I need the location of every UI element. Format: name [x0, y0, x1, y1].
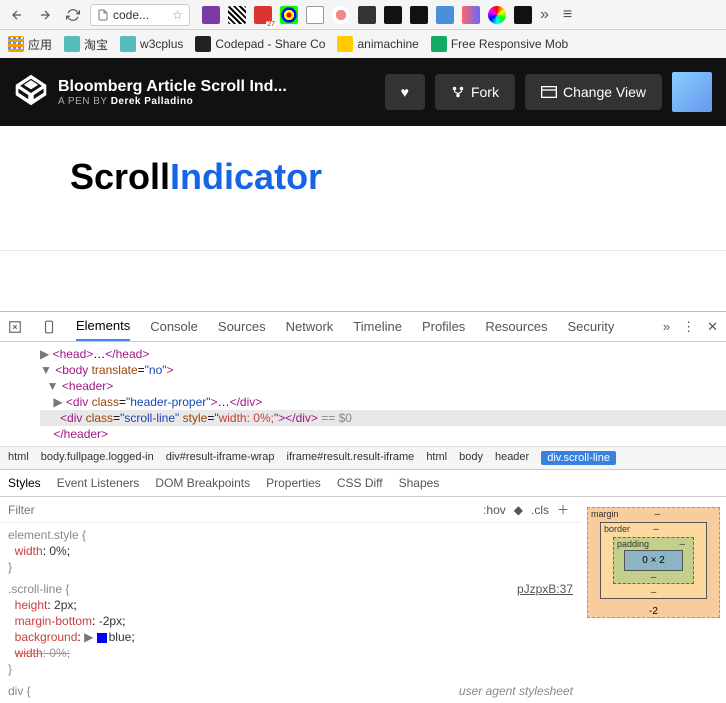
inspect-icon[interactable] — [8, 320, 22, 334]
filter-input[interactable] — [8, 503, 479, 517]
crumb[interactable]: html — [426, 451, 447, 465]
menu-icon[interactable]: ≡ — [563, 6, 572, 24]
styles-tabs: Styles Event Listeners DOM Breakpoints P… — [0, 470, 726, 497]
devtools-menu-icon[interactable]: ⋮ — [682, 319, 695, 335]
ext-icon[interactable] — [462, 6, 480, 24]
ext-icon[interactable] — [514, 6, 532, 24]
bookmark-w3cplus[interactable]: w3cplus — [120, 36, 183, 52]
devtools-tabs: Elements Console Sources Network Timelin… — [0, 312, 726, 342]
tab-sources[interactable]: Sources — [218, 313, 266, 340]
bookmarks-bar: 应用 淘宝 w3cplus Codepad - Share Co animach… — [0, 30, 726, 58]
page-heading: ScrollIndicator — [70, 156, 656, 198]
bookmark-codepad[interactable]: Codepad - Share Co — [195, 36, 325, 52]
ext-icon[interactable] — [410, 6, 428, 24]
crumb[interactable]: body.fullpage.logged-in — [41, 451, 154, 465]
user-avatar[interactable] — [672, 72, 712, 112]
apps-icon — [8, 36, 24, 52]
tab-shapes[interactable]: Shapes — [399, 476, 440, 490]
tab-listeners[interactable]: Event Listeners — [57, 476, 140, 490]
styles-body: :hov ◆ .cls ＋ element.style { width: 0%;… — [0, 497, 726, 703]
site-icon — [337, 36, 353, 52]
ext-icon[interactable] — [202, 6, 220, 24]
crumb[interactable]: header — [495, 451, 529, 465]
pen-title: Bloomberg Article Scroll Ind... — [58, 78, 375, 96]
chevron-down-icon[interactable]: » — [540, 6, 549, 24]
ext-icon[interactable] — [384, 6, 402, 24]
page-icon — [97, 9, 109, 21]
tab-dom-breakpoints[interactable]: DOM Breakpoints — [155, 476, 250, 490]
tab-profiles[interactable]: Profiles — [422, 313, 465, 340]
cls-toggle[interactable]: .cls — [527, 503, 553, 517]
box-content: 0 × 2 — [624, 550, 683, 571]
codepen-header: Bloomberg Article Scroll Ind... A PEN BY… — [0, 58, 726, 126]
diamond-icon[interactable]: ◆ — [510, 503, 527, 517]
crumb[interactable]: iframe#result.result-iframe — [287, 451, 415, 465]
crumb[interactable]: div#result-iframe-wrap — [166, 451, 275, 465]
tab-timeline[interactable]: Timeline — [353, 313, 402, 340]
site-icon — [195, 36, 211, 52]
bookmark-free-responsive[interactable]: Free Responsive Mob — [431, 36, 568, 52]
breadcrumb: html body.fullpage.logged-in div#result-… — [0, 447, 726, 470]
extension-icons: » ≡ — [202, 6, 572, 24]
crumb[interactable]: html — [8, 451, 29, 465]
box-model: margin – border – padding– 0 × 2 – – -2 — [581, 497, 726, 703]
ua-label: user agent stylesheet — [459, 683, 573, 699]
star-icon[interactable]: ☆ — [172, 8, 183, 22]
ext-icon[interactable] — [228, 6, 246, 24]
pen-byline: A PEN BY Derek Palladino — [58, 96, 375, 107]
ext-icon[interactable] — [358, 6, 376, 24]
folder-icon — [64, 36, 80, 52]
add-rule-icon[interactable]: ＋ — [553, 501, 573, 518]
author-link[interactable]: Derek Palladino — [111, 96, 194, 107]
page-content: ScrollIndicator — [0, 126, 726, 251]
close-devtools-icon[interactable]: ✕ — [707, 319, 718, 335]
ext-icon[interactable] — [488, 6, 506, 24]
gmail-icon[interactable] — [254, 6, 272, 24]
site-icon — [431, 36, 447, 52]
heart-button[interactable]: ♥ — [385, 74, 425, 110]
heart-icon: ♥ — [401, 84, 409, 100]
pen-title-block: Bloomberg Article Scroll Ind... A PEN BY… — [58, 78, 375, 107]
ext-icon[interactable] — [306, 6, 324, 24]
tab-security[interactable]: Security — [567, 313, 614, 340]
fork-button[interactable]: Fork — [435, 74, 515, 110]
browser-toolbar: code... ☆ » ≡ — [0, 0, 726, 30]
change-view-button[interactable]: Change View — [525, 74, 662, 110]
source-link[interactable]: pJzpxB:37 — [517, 581, 573, 597]
tab-elements[interactable]: Elements — [76, 312, 130, 341]
tab-network[interactable]: Network — [286, 313, 334, 340]
dom-tree[interactable]: ▶ <head>…</head> ▼ <body translate="no">… — [0, 342, 726, 447]
color-swatch[interactable] — [97, 633, 107, 643]
bookmark-taobao[interactable]: 淘宝 — [64, 36, 108, 53]
device-icon[interactable] — [42, 320, 56, 334]
bookmark-animachine[interactable]: animachine — [337, 36, 418, 52]
bookmark-apps[interactable]: 应用 — [8, 36, 52, 53]
crumb-selected[interactable]: div.scroll-line — [541, 451, 616, 465]
layout-icon — [541, 86, 557, 98]
ext-icon[interactable] — [436, 6, 454, 24]
tab-resources[interactable]: Resources — [485, 313, 547, 340]
url-bar[interactable]: code... ☆ — [90, 4, 190, 26]
reload-button[interactable] — [62, 4, 84, 26]
url-text: code... — [113, 8, 149, 22]
forward-button[interactable] — [34, 4, 56, 26]
tab-styles[interactable]: Styles — [8, 476, 41, 490]
more-tabs-icon[interactable]: » — [663, 319, 670, 334]
back-button[interactable] — [6, 4, 28, 26]
ext-icon[interactable] — [332, 6, 350, 24]
css-rules[interactable]: element.style { width: 0%; } .scroll-lin… — [0, 523, 581, 703]
devtools: Elements Console Sources Network Timelin… — [0, 311, 726, 703]
crumb[interactable]: body — [459, 451, 483, 465]
fork-icon — [451, 85, 465, 99]
codepen-logo[interactable] — [14, 73, 48, 112]
filter-row: :hov ◆ .cls ＋ — [0, 497, 581, 523]
tab-console[interactable]: Console — [150, 313, 198, 340]
ext-icon[interactable] — [280, 6, 298, 24]
folder-icon — [120, 36, 136, 52]
selected-dom-node[interactable]: <div class="scroll-line" style="width: 0… — [40, 410, 726, 426]
hov-toggle[interactable]: :hov — [479, 503, 510, 517]
tab-cssdiff[interactable]: CSS Diff — [337, 476, 383, 490]
tab-properties[interactable]: Properties — [266, 476, 321, 490]
